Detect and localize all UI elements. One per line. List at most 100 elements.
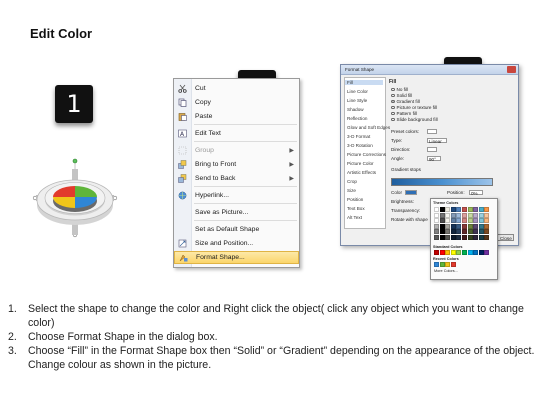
target-shape[interactable]: [30, 155, 130, 245]
color-swatch[interactable]: [467, 234, 473, 240]
color-swatch[interactable]: [456, 218, 462, 224]
color-swatch[interactable]: [445, 250, 451, 255]
color-swatch[interactable]: [461, 207, 467, 212]
color-swatch[interactable]: [450, 207, 456, 212]
gradient-stops-slider[interactable]: [391, 178, 493, 186]
theme-color-grid[interactable]: [434, 207, 490, 240]
more-colors-link[interactable]: More Colors...: [434, 269, 458, 273]
color-swatch[interactable]: [473, 229, 479, 235]
gradient-fill-option[interactable]: Gradient fill: [391, 99, 420, 104]
position-input[interactable]: 0%: [469, 190, 483, 196]
color-swatch[interactable]: [478, 212, 484, 218]
category-artistic-effects[interactable]: Artistic Effects: [347, 170, 376, 175]
color-swatch[interactable]: [461, 218, 467, 224]
rotate-with-shape-checkbox[interactable]: Rotate with shape: [391, 217, 428, 222]
color-swatch[interactable]: [450, 234, 456, 240]
color-swatch[interactable]: [461, 212, 467, 218]
color-swatch[interactable]: [434, 212, 439, 218]
direction-dropdown[interactable]: [427, 147, 437, 152]
category-glow[interactable]: Glow and Soft Edges: [347, 125, 390, 130]
slide-bg-fill-option[interactable]: Slide background fill: [391, 117, 438, 122]
standard-color-grid[interactable]: [434, 250, 490, 255]
color-swatch[interactable]: [439, 207, 445, 212]
category-text-box[interactable]: Text Box: [347, 206, 365, 211]
category-line-color[interactable]: Line Color: [347, 89, 368, 94]
color-swatch[interactable]: [484, 223, 490, 229]
color-swatch[interactable]: [473, 212, 479, 218]
menu-item-edit-text[interactable]: A Edit Text: [174, 127, 299, 140]
color-swatch[interactable]: [445, 207, 451, 212]
no-fill-option[interactable]: No fill: [391, 87, 408, 92]
category-line-style[interactable]: Line Style: [347, 98, 367, 103]
color-swatch[interactable]: [450, 212, 456, 218]
color-swatch[interactable]: [467, 218, 473, 224]
close-button[interactable]: Close: [496, 234, 514, 241]
color-swatch[interactable]: [473, 223, 479, 229]
color-swatch[interactable]: [439, 229, 445, 235]
category-size[interactable]: Size: [347, 188, 356, 193]
color-swatch[interactable]: [473, 218, 479, 224]
color-swatch[interactable]: [484, 218, 490, 224]
color-swatch[interactable]: [467, 223, 473, 229]
color-swatch[interactable]: [450, 250, 456, 255]
category-position[interactable]: Position: [347, 197, 363, 202]
menu-item-paste[interactable]: Paste: [174, 110, 299, 123]
menu-item-bring-to-front[interactable]: Bring to Front ▶: [174, 158, 299, 171]
color-swatch[interactable]: [467, 229, 473, 235]
color-swatch[interactable]: [456, 212, 462, 218]
color-swatch[interactable]: [484, 207, 490, 212]
color-swatch[interactable]: [461, 250, 467, 255]
category-fill[interactable]: Fill: [345, 80, 383, 85]
recent-color-grid[interactable]: [434, 262, 489, 267]
color-swatch[interactable]: [450, 223, 456, 229]
color-swatch[interactable]: [456, 223, 462, 229]
close-icon[interactable]: [507, 66, 516, 73]
color-swatch[interactable]: [439, 218, 445, 224]
color-swatch[interactable]: [456, 229, 462, 235]
color-swatch[interactable]: [478, 223, 484, 229]
color-swatch[interactable]: [434, 207, 439, 212]
menu-item-set-default-shape[interactable]: Set as Default Shape: [174, 223, 299, 236]
color-picker-button[interactable]: [405, 190, 417, 195]
solid-fill-option[interactable]: Solid fill: [391, 93, 412, 98]
color-swatch[interactable]: [467, 207, 473, 212]
color-swatch[interactable]: [478, 250, 484, 255]
color-swatch[interactable]: [467, 250, 473, 255]
menu-item-cut[interactable]: Cut: [174, 82, 299, 95]
color-swatch[interactable]: [445, 223, 451, 229]
preset-colors-dropdown[interactable]: [427, 129, 437, 134]
color-swatch[interactable]: [484, 234, 490, 240]
color-swatch[interactable]: [450, 229, 456, 235]
category-crop[interactable]: Crop: [347, 179, 357, 184]
angle-input[interactable]: 90°: [427, 156, 441, 162]
color-swatch[interactable]: [484, 250, 490, 255]
color-swatch[interactable]: [478, 207, 484, 212]
menu-item-size-position[interactable]: Size and Position...: [174, 237, 299, 250]
color-swatch[interactable]: [478, 234, 484, 240]
color-swatch[interactable]: [478, 218, 484, 224]
category-shadow[interactable]: Shadow: [347, 107, 364, 112]
color-swatch[interactable]: [473, 250, 479, 255]
color-swatch[interactable]: [484, 229, 490, 235]
color-swatch[interactable]: [450, 262, 456, 267]
color-swatch[interactable]: [434, 223, 439, 229]
color-swatch[interactable]: [434, 218, 439, 224]
color-swatch[interactable]: [484, 212, 490, 218]
category-reflection[interactable]: Reflection: [347, 116, 367, 121]
menu-item-copy[interactable]: Copy: [174, 96, 299, 109]
menu-item-hyperlink[interactable]: Hyperlink...: [174, 189, 299, 202]
pattern-fill-option[interactable]: Pattern fill: [391, 111, 417, 116]
color-swatch[interactable]: [439, 212, 445, 218]
color-swatch[interactable]: [434, 234, 439, 240]
color-swatch[interactable]: [456, 234, 462, 240]
color-swatch[interactable]: [439, 223, 445, 229]
color-swatch[interactable]: [439, 262, 445, 267]
color-swatch[interactable]: [434, 262, 439, 267]
color-swatch[interactable]: [461, 234, 467, 240]
menu-item-format-shape[interactable]: Format Shape...: [174, 251, 299, 264]
menu-item-save-as-picture[interactable]: Save as Picture...: [174, 206, 299, 219]
menu-item-send-to-back[interactable]: Send to Back ▶: [174, 172, 299, 185]
color-swatch[interactable]: [445, 234, 451, 240]
color-swatch[interactable]: [439, 234, 445, 240]
color-swatch[interactable]: [445, 218, 451, 224]
